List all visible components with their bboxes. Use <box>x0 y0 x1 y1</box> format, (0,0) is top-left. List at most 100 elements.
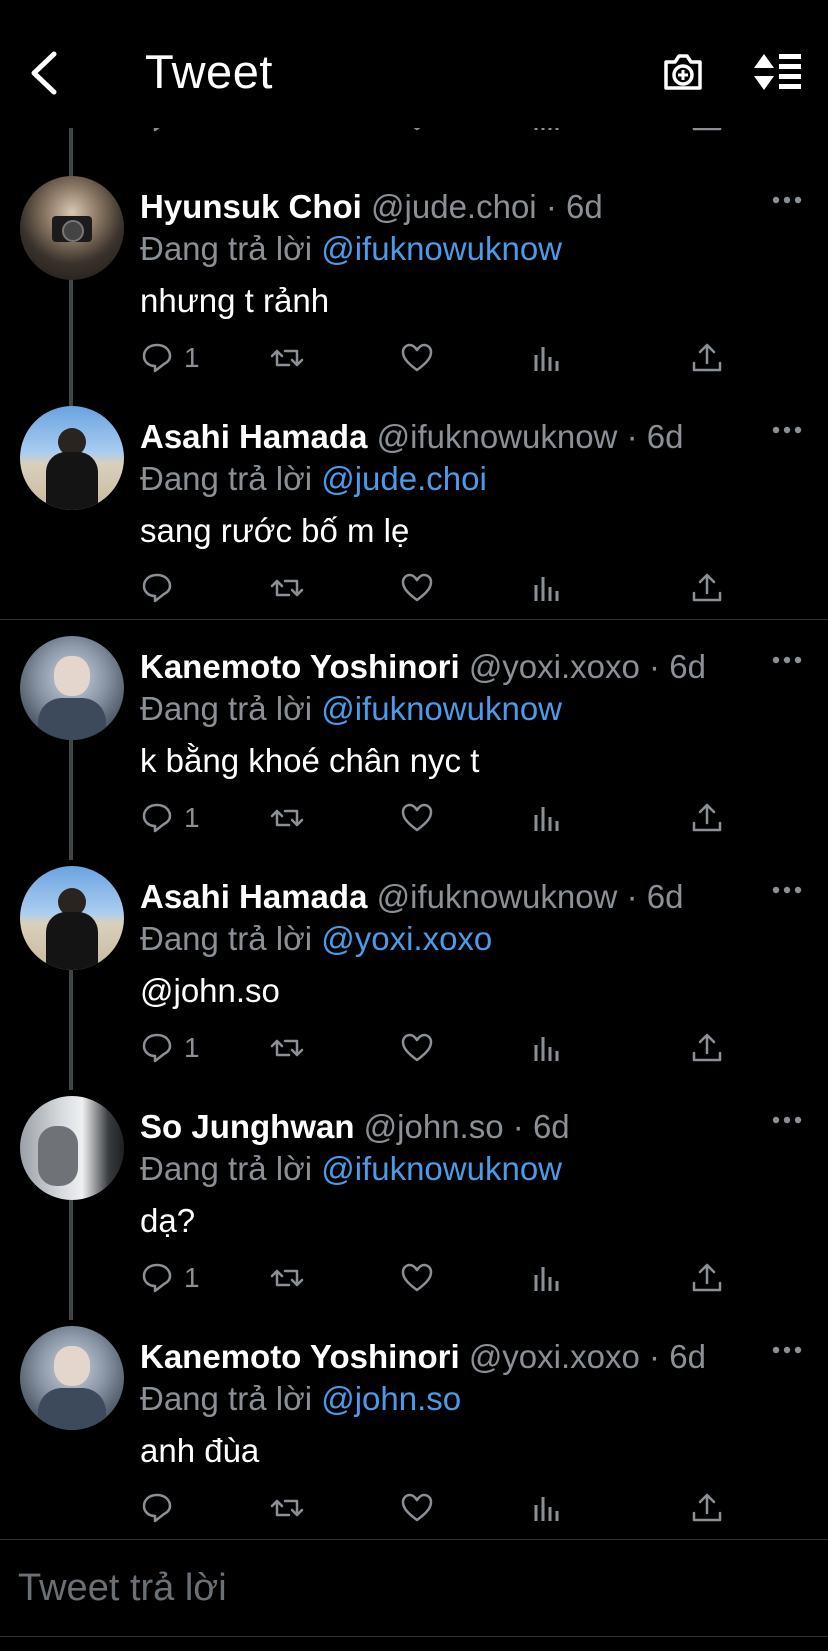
share-button[interactable] <box>690 798 724 838</box>
user-handle: @john.so <box>363 1108 504 1145</box>
separator-dot: · <box>626 418 647 455</box>
like-button[interactable] <box>400 1488 434 1528</box>
retweet-button[interactable] <box>270 1488 304 1528</box>
like-button[interactable] <box>400 1258 434 1298</box>
retweet-button[interactable] <box>270 798 304 838</box>
reply-mention[interactable]: @ifuknowuknow <box>321 230 562 267</box>
analytics-button[interactable] <box>530 1488 564 1528</box>
retweet-button[interactable] <box>270 338 304 378</box>
tweet-text: sang rước bố m lẹ <box>140 512 410 549</box>
retweet-button[interactable] <box>270 568 304 608</box>
reply-icon <box>142 803 172 833</box>
avatar[interactable] <box>20 406 124 510</box>
tweet-text-mention[interactable]: @john.so <box>140 972 280 1010</box>
reply-button[interactable]: 1 <box>140 1028 200 1068</box>
thread-divider <box>0 619 828 620</box>
display-name[interactable]: So Junghwan <box>140 1108 355 1145</box>
reply-mention[interactable]: @yoxi.xoxo <box>321 920 492 957</box>
display-name[interactable]: Kanemoto Yoshinori <box>140 648 460 685</box>
bottom-divider <box>0 1636 828 1637</box>
timestamp: 6d <box>565 188 603 225</box>
reply-button[interactable]: 1 <box>140 338 200 378</box>
person-face-in-photo <box>54 656 90 696</box>
more-options-icon[interactable] <box>772 650 802 670</box>
chevron-left-icon[interactable] <box>24 48 66 98</box>
tweet-item[interactable]: Hyunsuk Choi @jude.choi · 6d Đang trả lờ… <box>0 120 828 410</box>
tweet-item[interactable]: So Junghwan @john.so · 6d Đang trả lời @… <box>0 1090 828 1320</box>
more-options-icon[interactable] <box>772 1340 802 1360</box>
page-title: Tweet <box>145 45 273 98</box>
like-button[interactable] <box>400 1028 434 1068</box>
tweet-header: Asahi Hamada @ifuknowuknow · 6d <box>140 878 683 916</box>
like-icon <box>401 573 433 602</box>
reply-mention[interactable]: @ifuknowuknow <box>321 690 562 727</box>
more-options-icon[interactable] <box>772 190 802 210</box>
tweet-header: Asahi Hamada @ifuknowuknow · 6d <box>140 418 683 456</box>
replying-to: Đang trả lời @jude.choi <box>140 460 487 498</box>
avatar[interactable] <box>20 636 124 740</box>
tweet-text: k bằng khoé chân nyc t <box>140 742 480 779</box>
user-handle: @ifuknowuknow <box>376 878 618 915</box>
reply-button[interactable]: 1 <box>140 798 200 838</box>
tweet-item[interactable]: Kanemoto Yoshinori @yoxi.xoxo · 6d Đang … <box>0 630 828 860</box>
camera-plus-icon[interactable] <box>660 48 706 94</box>
display-name[interactable]: Asahi Hamada <box>140 878 367 915</box>
sort-replies-icon[interactable] <box>752 50 804 94</box>
tweet-text: dạ? <box>140 1202 196 1239</box>
retweet-button[interactable] <box>270 1258 304 1298</box>
person-body-in-photo <box>38 698 106 740</box>
reply-composer <box>0 1540 828 1640</box>
like-icon <box>401 1263 433 1292</box>
display-name[interactable]: Hyunsuk Choi <box>140 188 362 225</box>
share-button[interactable] <box>690 1028 724 1068</box>
more-options-icon[interactable] <box>772 420 802 440</box>
person-body-in-photo <box>38 1388 106 1430</box>
analytics-button[interactable] <box>530 338 564 378</box>
more-options-icon[interactable] <box>772 880 802 900</box>
reply-button[interactable] <box>140 568 184 608</box>
tweet-item[interactable]: Asahi Hamada @ifuknowuknow · 6d Đang trả… <box>0 860 828 1090</box>
like-button[interactable] <box>400 338 434 378</box>
reply-button[interactable] <box>140 1488 184 1528</box>
share-icon <box>692 1033 722 1062</box>
avatar[interactable] <box>20 1326 124 1430</box>
user-handle: @ifuknowuknow <box>376 418 618 455</box>
tweet-item[interactable]: Kanemoto Yoshinori @yoxi.xoxo · 6d Đang … <box>0 1320 828 1540</box>
user-handle: @yoxi.xoxo <box>468 648 640 685</box>
reply-mention[interactable]: @ifuknowuknow <box>321 1150 562 1187</box>
display-name[interactable]: Kanemoto Yoshinori <box>140 1338 460 1375</box>
thread-line <box>69 1200 73 1320</box>
display-name[interactable]: Asahi Hamada <box>140 418 367 455</box>
separator-dot: · <box>545 188 566 225</box>
reply-mention[interactable]: @jude.choi <box>321 460 487 497</box>
like-button[interactable] <box>400 798 434 838</box>
avatar[interactable] <box>20 176 124 280</box>
retweet-icon <box>270 579 304 597</box>
analytics-button[interactable] <box>530 568 564 608</box>
tweet-actions <box>140 568 780 608</box>
avatar[interactable] <box>20 866 124 970</box>
tweet-actions <box>140 1488 780 1528</box>
like-icon <box>401 1493 433 1522</box>
like-icon <box>401 803 433 832</box>
share-button[interactable] <box>690 1258 724 1298</box>
reply-button[interactable]: 1 <box>140 1258 200 1298</box>
analytics-button[interactable] <box>530 1258 564 1298</box>
tweet-item[interactable]: Asahi Hamada @ifuknowuknow · 6d Đang trả… <box>0 400 828 620</box>
analytics-button[interactable] <box>530 1028 564 1068</box>
separator-dot: · <box>512 1108 533 1145</box>
tweet-text: anh đùa <box>140 1432 260 1469</box>
share-button[interactable] <box>690 338 724 378</box>
reply-mention[interactable]: @john.so <box>321 1380 461 1417</box>
share-button[interactable] <box>690 1488 724 1528</box>
reply-input[interactable] <box>16 1562 800 1614</box>
more-options-icon[interactable] <box>772 1110 802 1130</box>
share-button[interactable] <box>690 568 724 608</box>
like-button[interactable] <box>400 568 434 608</box>
retweet-button[interactable] <box>270 1028 304 1068</box>
replying-to: Đang trả lời @john.so <box>140 1380 461 1418</box>
reply-icon <box>142 1263 172 1293</box>
avatar[interactable] <box>20 1096 124 1200</box>
analytics-button[interactable] <box>530 798 564 838</box>
reply-count: 1 <box>184 802 200 833</box>
